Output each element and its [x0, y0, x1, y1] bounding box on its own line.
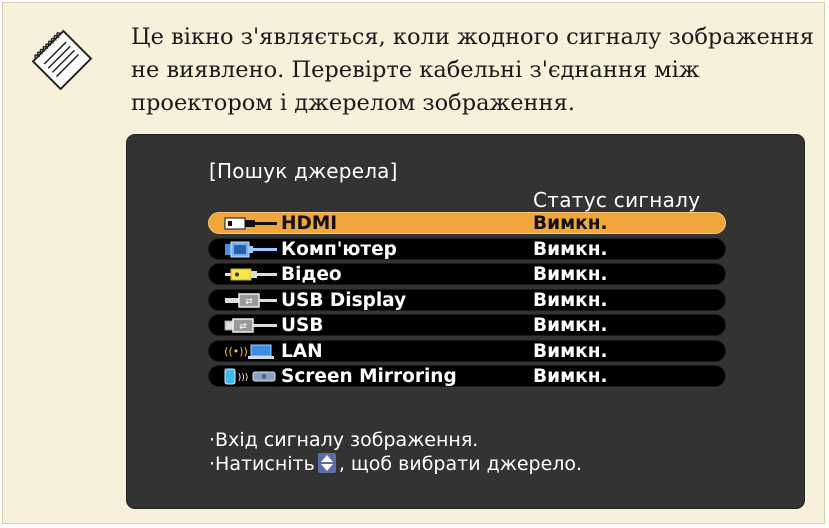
note-line: не виявлено. Перевірте кабельні з'єднанн… [131, 57, 700, 83]
source-label: Комп'ютер [281, 238, 397, 260]
hint-suffix: , щоб вибрати джерело. [338, 453, 583, 475]
note-text: Це вікно з'являється, коли жодного сигна… [131, 21, 814, 120]
source-label: Screen Mirroring [281, 366, 457, 387]
note-line: проектором і джерелом зображення. [131, 90, 575, 116]
source-label: HDMI [281, 213, 338, 234]
status-header: Статус сигналу [533, 188, 701, 212]
source-list: HDMI Вимкн. Комп'ютер Вимкн. Відео Вимкн… [208, 212, 726, 391]
source-status: Вимкн. [533, 340, 608, 362]
source-status: Вимкн. [533, 289, 608, 311]
memo-pencil-icon [31, 29, 93, 91]
source-status: Вимкн. [533, 213, 608, 234]
lan-icon: ((•)) [224, 344, 274, 359]
source-status: Вимкн. [533, 315, 608, 336]
source-row-usb[interactable]: ⇄ USB Вимкн. [208, 314, 726, 336]
hdmi-icon [224, 217, 277, 230]
usb-icon: ⇄ [224, 318, 277, 333]
up-down-arrow-icon [317, 453, 336, 473]
video-icon [225, 268, 277, 281]
svg-text:((•)): ((•)) [224, 345, 248, 358]
hints: ·Вхід сигналу зображення. ·Натисніть , щ… [209, 428, 582, 476]
source-row-lan[interactable]: ((•)) LAN Вимкн. [208, 339, 726, 362]
note-line: Це вікно з'являється, коли жодного сигна… [131, 24, 814, 50]
hint-select-source: ·Натисніть , щоб вибрати джерело. [209, 452, 582, 476]
source-row-computer[interactable]: Комп'ютер Вимкн. [208, 237, 726, 260]
source-row-video[interactable]: Відео Вимкн. [208, 263, 726, 285]
svg-text:))): ))) [238, 373, 249, 383]
computer-icon [225, 241, 277, 257]
screen-mirroring-icon: ))) [224, 368, 276, 385]
source-label: USB Display [281, 289, 407, 311]
source-status: Вимкн. [533, 366, 608, 387]
source-row-usb-display[interactable]: ⇄ USB Display Вимкн. [208, 288, 726, 311]
screen-title: [Пошук джерела] [209, 159, 398, 183]
source-row-hdmi[interactable]: HDMI Вимкн. [208, 212, 726, 234]
usb-display-icon: ⇄ [225, 292, 277, 308]
source-status: Вимкн. [533, 264, 608, 285]
source-search-screen: [Пошук джерела] Статус сигналу HDMI Вимк… [127, 135, 804, 508]
source-label: LAN [281, 340, 323, 362]
svg-text:⇄: ⇄ [239, 322, 247, 332]
hint-prefix: ·Натисніть [209, 453, 315, 475]
hint-input-signal: ·Вхід сигналу зображення. [209, 429, 479, 451]
source-label: USB [281, 315, 324, 336]
source-label: Відео [281, 264, 342, 285]
svg-text:⇄: ⇄ [245, 297, 253, 307]
source-row-screen-mirroring[interactable]: ))) Screen Mirroring Вимкн. [208, 365, 726, 387]
source-status: Вимкн. [533, 238, 608, 260]
